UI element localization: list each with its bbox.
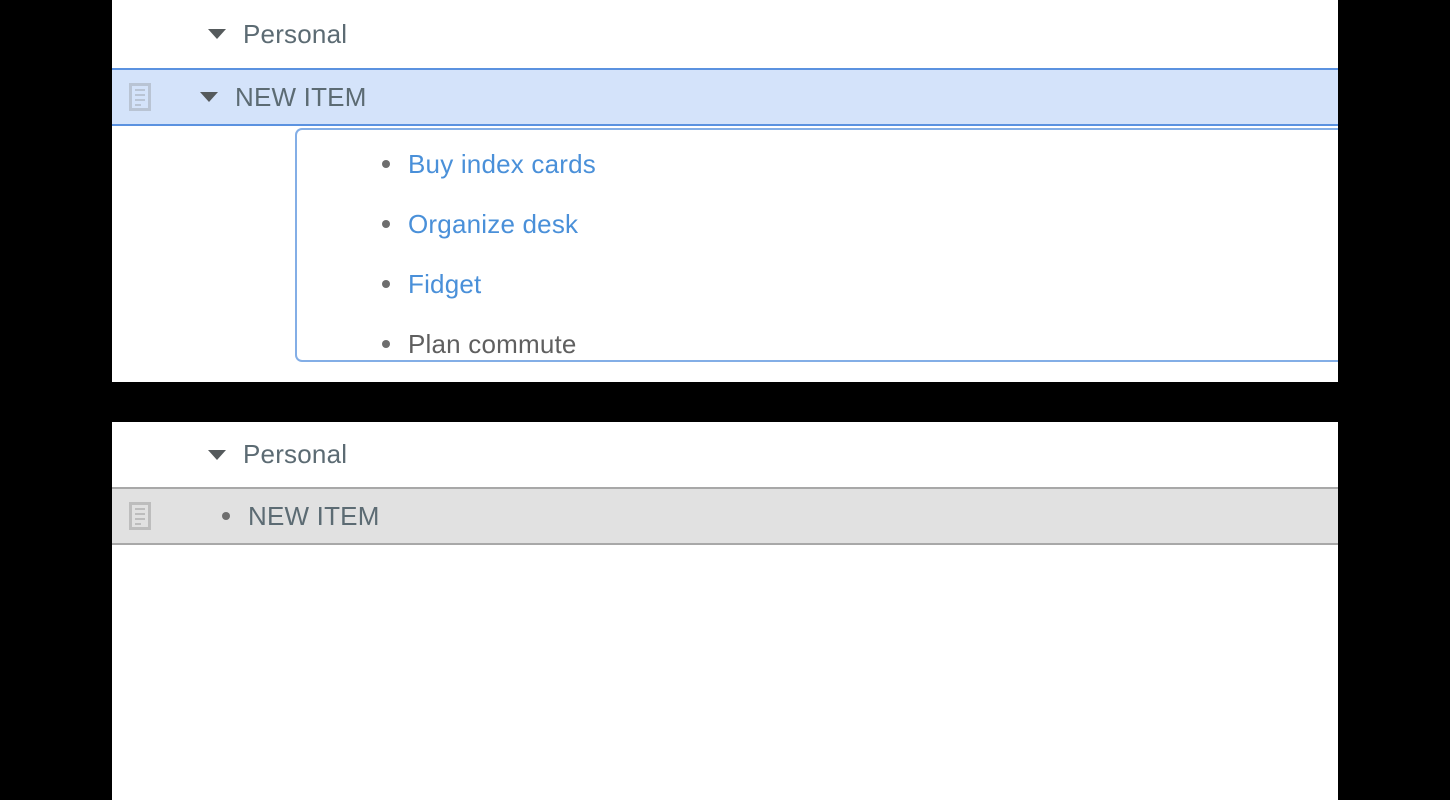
list-item-label[interactable]: Buy index cards <box>408 149 596 180</box>
triangle-down-icon[interactable] <box>208 449 226 460</box>
selected-item-row-new-item[interactable]: NEW ITEM <box>112 68 1338 126</box>
bullet-icon <box>222 512 230 520</box>
list-item[interactable]: Fidget <box>382 254 1338 314</box>
group-label: Personal <box>243 439 348 469</box>
list-item-label[interactable]: Organize desk <box>408 209 578 240</box>
group-row-personal[interactable]: Personal <box>112 0 1338 68</box>
group-label: Personal <box>243 18 348 49</box>
bullet-icon <box>382 280 390 288</box>
children-list: Buy index cards Organize desk Fidget Pla… <box>297 130 1338 374</box>
list-item-label[interactable]: Fidget <box>408 269 481 300</box>
bullet-icon <box>382 340 390 348</box>
outline-panel-top: Personal NEW ITEM Buy index cards Organi… <box>112 0 1338 382</box>
triangle-down-icon[interactable] <box>200 92 218 102</box>
selected-item-row-new-item[interactable]: NEW ITEM <box>112 487 1338 545</box>
bullet-icon <box>382 160 390 168</box>
selected-item-label: NEW ITEM <box>235 81 367 112</box>
selected-item-label: NEW ITEM <box>248 500 380 531</box>
list-item[interactable]: Plan commute <box>382 314 1338 374</box>
list-item[interactable]: Organize desk <box>382 194 1338 254</box>
children-outline-box: Buy index cards Organize desk Fidget Pla… <box>295 128 1338 362</box>
bullet-icon <box>382 220 390 228</box>
triangle-down-icon[interactable] <box>208 29 226 39</box>
list-item[interactable]: Buy index cards <box>382 134 1338 194</box>
screenshot-stage: Personal NEW ITEM Buy index cards Organi… <box>0 0 1450 800</box>
group-row-personal[interactable]: Personal <box>112 422 1338 487</box>
list-item-label[interactable]: Plan commute <box>408 329 577 360</box>
outline-panel-bottom: Personal NEW ITEM Buy index cards <box>112 422 1338 800</box>
